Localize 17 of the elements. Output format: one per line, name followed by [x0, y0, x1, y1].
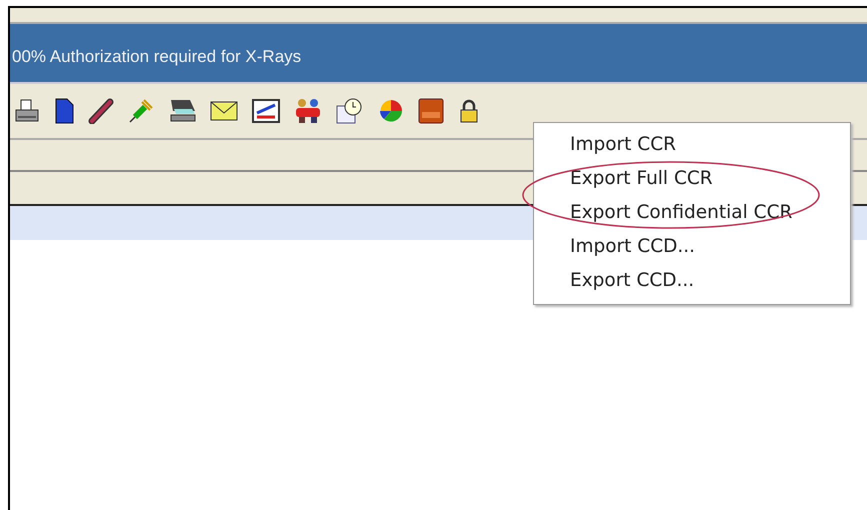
lock-icon[interactable]	[458, 99, 480, 123]
menu-item[interactable]: Import CCR	[534, 128, 850, 162]
envelope-icon[interactable]	[210, 101, 238, 121]
scanner-icon[interactable]	[168, 98, 196, 124]
menu-item[interactable]: Export Confidential CCR	[534, 196, 850, 230]
thermometer-icon[interactable]	[88, 98, 114, 124]
status-message: 00% Authorization required for X-Rays	[12, 47, 302, 67]
chart-icon[interactable]	[252, 99, 280, 123]
calendar-clock-icon[interactable]	[336, 98, 364, 124]
pie-chart-icon[interactable]	[378, 98, 404, 124]
syringe-icon[interactable]	[128, 98, 154, 124]
printer-icon[interactable]	[14, 99, 40, 123]
menu-item[interactable]: Import CCD...	[534, 230, 850, 264]
document-icon[interactable]	[54, 98, 74, 124]
menu-item[interactable]: Export Full CCR	[534, 162, 850, 196]
people-icon[interactable]	[294, 98, 322, 124]
menu-item[interactable]: Export CCD...	[534, 264, 850, 298]
